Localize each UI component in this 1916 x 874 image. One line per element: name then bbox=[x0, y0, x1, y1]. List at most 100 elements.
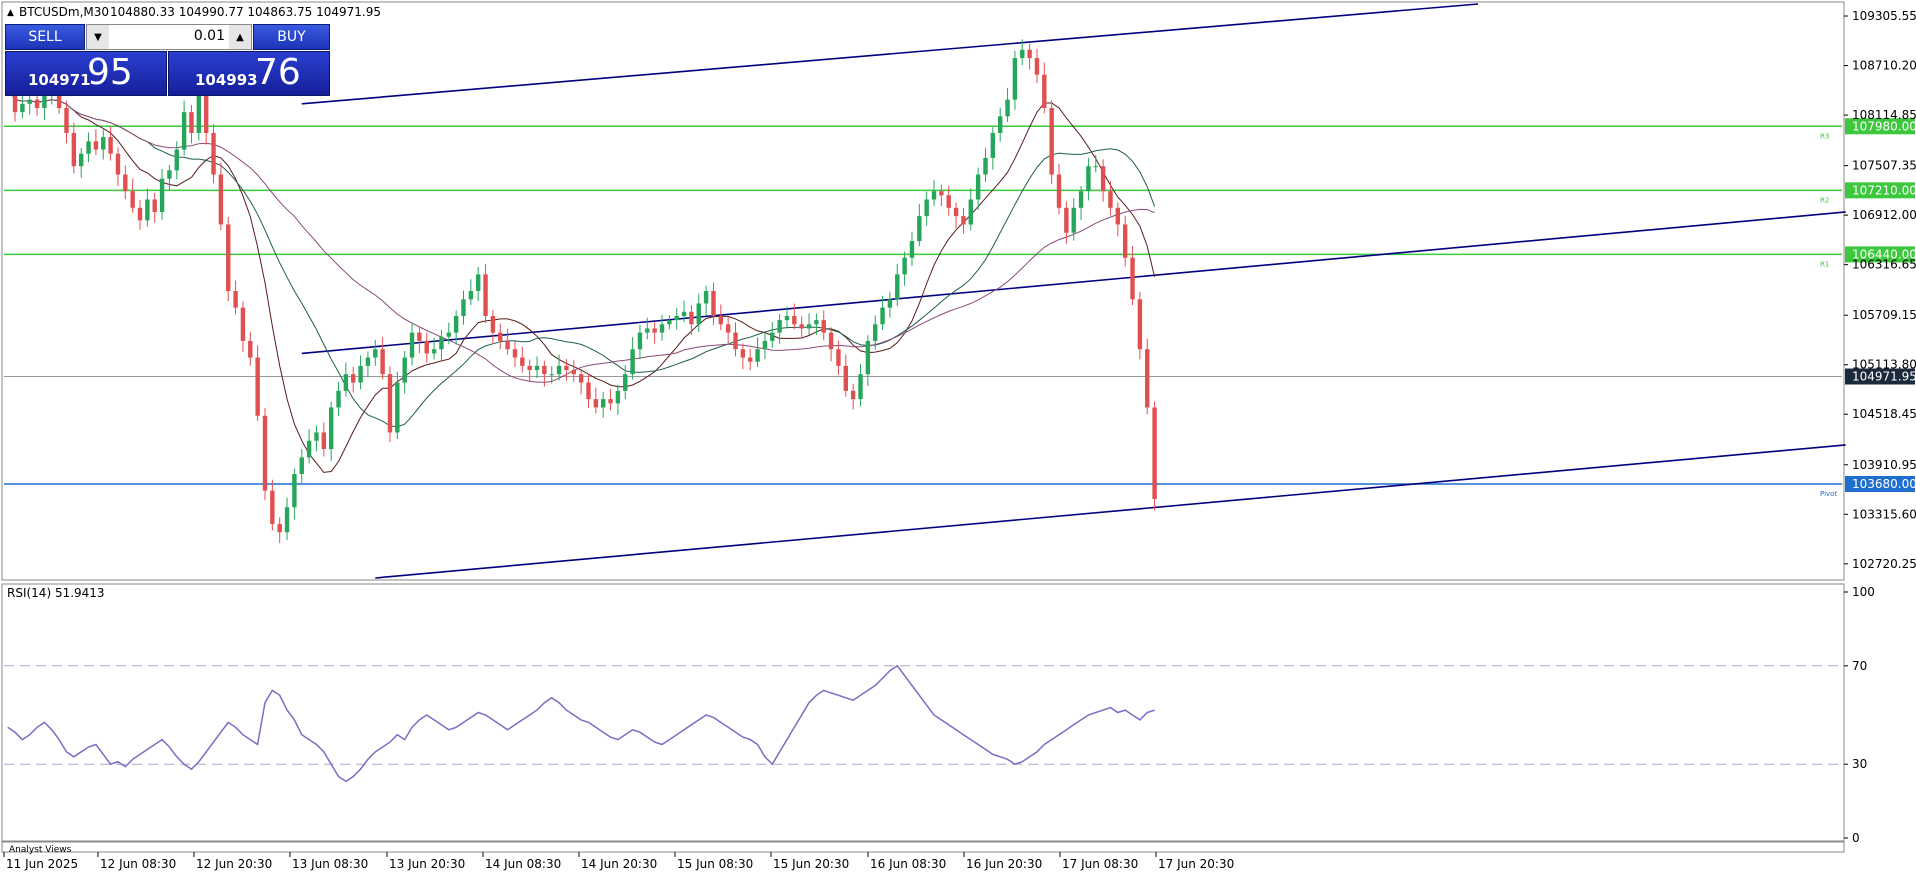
x-tick-label: 15 Jun 20:30 bbox=[773, 857, 849, 871]
one-click-trading-panel: SELL ▼ 0.01 ▲ BUY 104971 95 104993 76 bbox=[5, 24, 330, 98]
candle-body bbox=[681, 311, 687, 316]
candle-body bbox=[321, 432, 327, 450]
level-price-label: 107210.00 bbox=[1852, 183, 1916, 197]
candle-body bbox=[659, 324, 665, 333]
candle-body bbox=[34, 99, 40, 108]
candle-body bbox=[542, 365, 547, 375]
candle-body bbox=[255, 357, 260, 416]
chart-header-icon: ▲ bbox=[7, 8, 14, 18]
rsi-tick-label: 0 bbox=[1852, 831, 1860, 845]
y-tick-label: 104518.45 bbox=[1852, 407, 1916, 421]
candle-body bbox=[1093, 166, 1098, 168]
candle-body bbox=[1064, 207, 1069, 233]
candle-body bbox=[983, 157, 988, 175]
candle-body bbox=[711, 291, 716, 316]
candle-body bbox=[1100, 166, 1106, 192]
x-tick-label: 14 Jun 08:30 bbox=[485, 857, 561, 871]
candle-body bbox=[630, 349, 635, 375]
candle-body bbox=[1086, 166, 1091, 192]
y-tick-label: 106316.65 bbox=[1852, 258, 1916, 272]
candle-body bbox=[564, 365, 569, 371]
candle-body bbox=[505, 340, 510, 350]
candle-body bbox=[571, 370, 576, 375]
candle-body bbox=[1071, 207, 1076, 233]
candle-body bbox=[218, 174, 224, 225]
candle-body bbox=[417, 332, 422, 341]
candle-body bbox=[1056, 174, 1062, 208]
buy-price-big: 76 bbox=[255, 52, 301, 93]
y-tick-label: 105113.80 bbox=[1852, 358, 1916, 372]
candle-body bbox=[1115, 207, 1121, 225]
chart-ohlc: 104880.33 104990.77 104863.75 104971.95 bbox=[110, 5, 381, 19]
candle-body bbox=[696, 303, 701, 325]
x-tick-label: 16 Jun 08:30 bbox=[870, 857, 946, 871]
sell-price-big: 95 bbox=[87, 52, 133, 93]
candle-body bbox=[850, 390, 856, 400]
x-tick-label: 14 Jun 20:30 bbox=[581, 857, 657, 871]
candle-body bbox=[424, 340, 429, 354]
candle-body bbox=[762, 340, 768, 350]
candle-body bbox=[402, 357, 407, 383]
rsi-title: RSI(14) 51.9413 bbox=[7, 586, 105, 600]
sell-price-small: 104971 bbox=[28, 71, 91, 89]
sell-price-box[interactable]: 104971 95 bbox=[5, 51, 167, 96]
candle-body bbox=[1145, 349, 1150, 408]
candle-body bbox=[240, 307, 246, 341]
candle-body bbox=[703, 291, 709, 304]
x-tick-label: 13 Jun 20:30 bbox=[389, 857, 465, 871]
candle-body bbox=[86, 141, 91, 154]
candle-body bbox=[895, 274, 900, 300]
candle-body bbox=[387, 374, 393, 433]
buy-price-box[interactable]: 104993 76 bbox=[168, 51, 330, 96]
y-tick-label: 105709.15 bbox=[1852, 308, 1916, 322]
candle-body bbox=[439, 336, 444, 350]
candle-body bbox=[689, 311, 694, 325]
candle-body bbox=[1108, 191, 1113, 208]
candle-body bbox=[924, 199, 929, 217]
candle-body bbox=[1130, 257, 1135, 300]
candle-body bbox=[909, 241, 915, 258]
candle-body bbox=[814, 320, 819, 325]
candle-body bbox=[233, 291, 238, 308]
candle-body bbox=[358, 365, 363, 383]
candle-body bbox=[990, 132, 996, 158]
candle-body bbox=[1122, 224, 1128, 258]
candle-body bbox=[733, 332, 738, 350]
lot-size-value[interactable]: 0.01 bbox=[194, 28, 225, 44]
candle-body bbox=[600, 399, 606, 408]
x-tick-label: 12 Jun 20:30 bbox=[196, 857, 272, 871]
candle-body bbox=[520, 357, 525, 366]
candle-body bbox=[123, 174, 128, 192]
level-name: Pivot bbox=[1820, 490, 1837, 498]
lot-increase-icon[interactable]: ▲ bbox=[229, 25, 251, 49]
candle-body bbox=[843, 365, 849, 391]
candle-body bbox=[806, 324, 812, 329]
candle-body bbox=[1012, 58, 1018, 100]
candle-body bbox=[961, 216, 966, 225]
lot-decrease-icon[interactable]: ▼ bbox=[87, 25, 109, 49]
candle-body bbox=[608, 399, 613, 404]
rsi-tick-label: 70 bbox=[1852, 659, 1867, 673]
candle-body bbox=[667, 320, 672, 325]
candle-body bbox=[292, 474, 297, 508]
candle-body bbox=[674, 315, 679, 321]
candle-body bbox=[248, 340, 253, 358]
candle-body bbox=[828, 332, 834, 350]
lot-size-field[interactable]: ▼ 0.01 ▲ bbox=[86, 24, 252, 50]
indicator-panel-label: Analyst Views bbox=[9, 845, 72, 855]
buy-price-small: 104993 bbox=[195, 71, 258, 89]
candle-body bbox=[1034, 58, 1040, 75]
candle-body bbox=[93, 141, 99, 150]
buy-button[interactable]: BUY bbox=[253, 24, 330, 50]
x-tick-label: 12 Jun 08:30 bbox=[100, 857, 176, 871]
y-tick-label: 106912.00 bbox=[1852, 208, 1916, 222]
candle-body bbox=[615, 390, 621, 404]
y-tick-label: 103315.60 bbox=[1852, 507, 1916, 521]
x-tick-label: 15 Jun 08:30 bbox=[677, 857, 753, 871]
level-name: R3 bbox=[1820, 132, 1829, 140]
candle-body bbox=[799, 324, 804, 329]
candle-body bbox=[1027, 49, 1032, 59]
price-chart[interactable]: 107980.00R3107210.00R2106440.00R1103680.… bbox=[0, 0, 1916, 874]
candle-body bbox=[512, 349, 518, 358]
sell-button[interactable]: SELL bbox=[5, 24, 85, 50]
